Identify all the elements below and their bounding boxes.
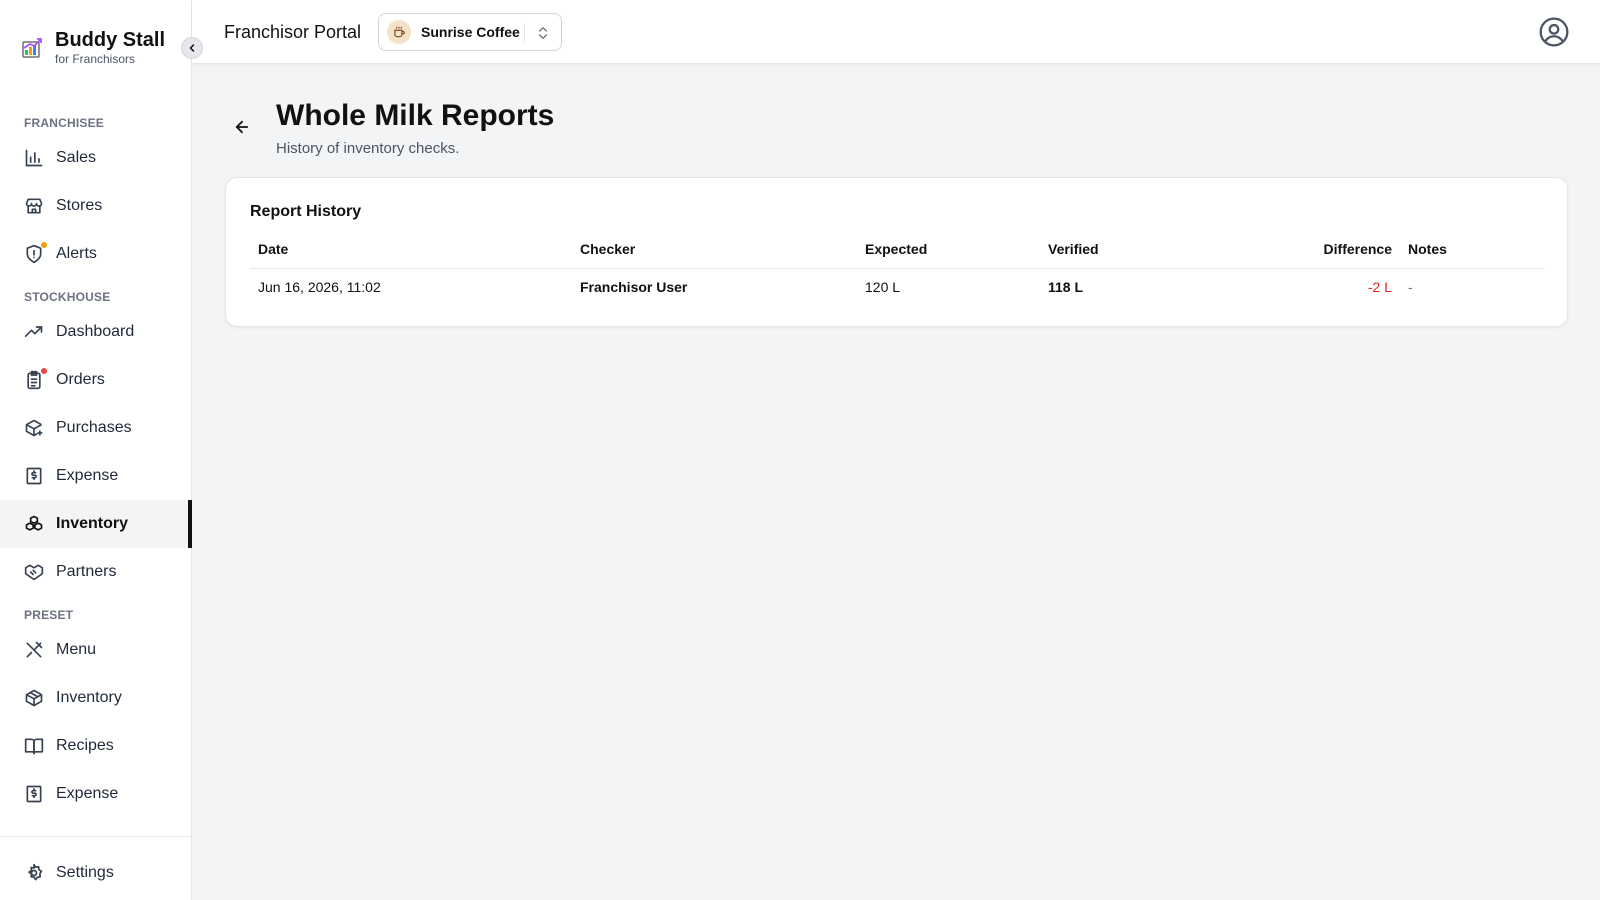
- package-plus-icon: [24, 418, 44, 438]
- brand-logo-icon: [22, 38, 42, 58]
- brand-title: Buddy Stall: [55, 29, 166, 51]
- back-arrow-icon[interactable]: [233, 118, 251, 136]
- sidebar-item-sales[interactable]: Sales: [0, 134, 192, 182]
- book-open-icon: [24, 736, 44, 756]
- column-header-expected: Expected: [865, 230, 1048, 269]
- user-account-icon[interactable]: [1538, 16, 1570, 48]
- cell-expected: 120 L: [865, 279, 901, 296]
- sidebar-item-label: Partners: [56, 563, 117, 580]
- sidebar-item-dashboard[interactable]: Dashboard: [0, 308, 192, 356]
- sidebar-item-alerts[interactable]: Alerts: [0, 230, 192, 278]
- sidebar-item-label: Recipes: [56, 737, 114, 754]
- utensils-crossed-icon: [24, 640, 44, 660]
- report-history-card: Report History Date Checker Expected Ver…: [225, 177, 1568, 327]
- column-header-notes: Notes: [1408, 230, 1545, 269]
- sidebar-item-settings[interactable]: Settings: [0, 849, 192, 897]
- table-row: Jun 16, 2026, 11:02 Franchisor User 120 …: [250, 268, 1545, 306]
- trending-up-icon: [24, 322, 44, 342]
- brand[interactable]: Buddy Stall for Franchisors: [20, 28, 165, 72]
- sidebar: Buddy Stall for Franchisors FRANCHISEE S…: [0, 0, 192, 900]
- sidebar-item-label: Stores: [56, 197, 103, 214]
- coffee-cup-icon: [394, 26, 405, 38]
- alert-badge-dot: [40, 241, 48, 249]
- top-bar: Franchisor Portal Sunrise Coffee: [192, 0, 1600, 64]
- column-header-difference: Difference: [1248, 230, 1408, 269]
- column-header-checker: Checker: [580, 230, 865, 269]
- sidebar-footer: Settings: [0, 836, 192, 897]
- store-avatar: [387, 20, 411, 44]
- column-header-verified: Verified: [1048, 230, 1248, 269]
- sidebar-item-label: Orders: [56, 371, 105, 388]
- page-title: Whole Milk Reports: [276, 99, 555, 132]
- receipt-dollar-icon: [24, 784, 44, 804]
- sidebar-item-label: Expense: [56, 785, 119, 802]
- cell-difference: -2 L: [1367, 279, 1392, 296]
- cell-date: Jun 16, 2026, 11:02: [258, 279, 381, 296]
- sidebar-item-label: Settings: [56, 864, 114, 881]
- clipboard-list-icon: [24, 367, 48, 390]
- boxes-icon: [24, 514, 44, 534]
- sidebar-item-label: Dashboard: [56, 323, 135, 340]
- sidebar-item-menu[interactable]: Menu: [0, 626, 192, 674]
- sidebar-nav: FRANCHISEE Sales Stores Alerts STOCKHOUS…: [0, 112, 192, 818]
- sidebar-item-preset-expense[interactable]: Expense: [0, 770, 192, 818]
- store-icon: [24, 196, 44, 216]
- sidebar-item-label: Purchases: [56, 419, 132, 436]
- table-header-row: Date Checker Expected Verified Differenc…: [250, 230, 1545, 269]
- orders-badge-dot: [40, 367, 48, 375]
- sidebar-item-inventory[interactable]: Inventory: [0, 500, 192, 548]
- bar-chart-icon: [24, 148, 44, 168]
- section-label-stockhouse: STOCKHOUSE: [24, 290, 111, 304]
- cell-notes: -: [1408, 279, 1413, 296]
- sidebar-item-label: Inventory: [56, 515, 129, 532]
- gear-icon: [24, 863, 44, 883]
- sidebar-item-purchases[interactable]: Purchases: [0, 404, 192, 452]
- page-subtitle: History of inventory checks.: [276, 140, 460, 157]
- cell-checker: Franchisor User: [580, 279, 688, 296]
- sidebar-item-orders[interactable]: Orders: [0, 356, 192, 404]
- chevron-left-icon: [189, 44, 195, 52]
- sidebar-collapse-button[interactable]: [181, 37, 203, 59]
- package-icon: [24, 688, 44, 708]
- report-table: Date Checker Expected Verified Differenc…: [250, 230, 1545, 306]
- sidebar-item-label: Sales: [56, 149, 97, 166]
- card-title: Report History: [250, 203, 362, 220]
- sidebar-item-partners[interactable]: Partners: [0, 548, 192, 596]
- chevron-up-down-icon: [539, 27, 547, 39]
- sidebar-item-label: Alerts: [56, 245, 97, 262]
- sidebar-item-recipes[interactable]: Recipes: [0, 722, 192, 770]
- portal-title: Franchisor Portal: [224, 22, 362, 42]
- receipt-dollar-icon: [24, 466, 44, 486]
- handshake-icon: [24, 562, 44, 582]
- sidebar-item-label: Expense: [56, 467, 119, 484]
- section-label-franchisee: FRANCHISEE: [24, 116, 105, 130]
- store-name: Sunrise Coffee: [421, 24, 520, 40]
- store-selector[interactable]: Sunrise Coffee: [378, 13, 562, 51]
- sidebar-item-stores[interactable]: Stores: [0, 182, 192, 230]
- sidebar-item-expense[interactable]: Expense: [0, 452, 192, 500]
- alert-shield-icon: [24, 241, 48, 264]
- section-label-preset: PRESET: [24, 608, 74, 622]
- sidebar-item-label: Inventory: [56, 689, 122, 706]
- column-header-date: Date: [250, 230, 580, 269]
- brand-subtitle: for Franchisors: [55, 52, 136, 66]
- cell-verified: 118 L: [1048, 279, 1084, 296]
- sidebar-item-preset-inventory[interactable]: Inventory: [0, 674, 192, 722]
- sidebar-item-label: Menu: [56, 641, 97, 658]
